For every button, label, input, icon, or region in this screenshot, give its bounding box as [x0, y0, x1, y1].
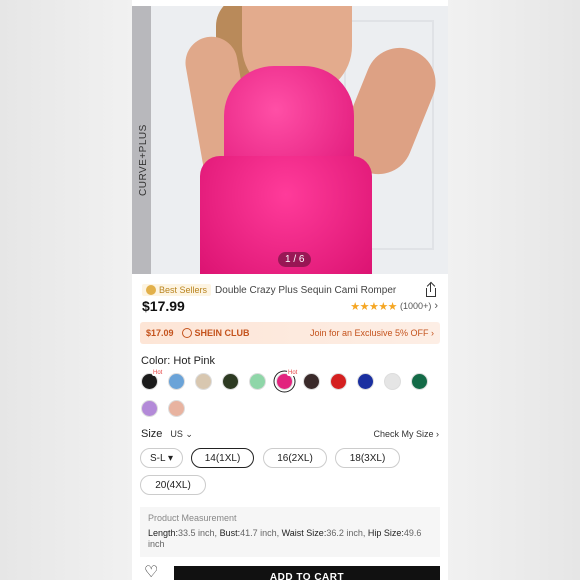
swatch-lilac[interactable]	[141, 400, 158, 417]
add-to-cart-button[interactable]: ADD TO CART	[174, 566, 440, 580]
medal-icon	[146, 285, 156, 295]
waist-key: Waist Size:	[281, 528, 327, 538]
rating-summary[interactable]: ★★★★★ (1000+) ›	[350, 300, 438, 313]
club-join-link[interactable]: Join for an Exclusive 5% OFF ›	[310, 328, 434, 338]
measurement-title: Product Measurement	[148, 513, 237, 523]
swatch-silver[interactable]	[384, 373, 401, 390]
waist-value: 36.2 inch,	[326, 528, 366, 538]
background-right	[448, 0, 580, 580]
bust-key: Bust:	[219, 528, 241, 538]
swatch-champagne[interactable]	[195, 373, 212, 390]
swatch-dark-brown[interactable]	[303, 373, 320, 390]
chevron-right-icon: ›	[434, 300, 438, 312]
product-measurement[interactable]: Product Measurement Length:33.5 inch, Bu…	[140, 507, 440, 557]
bust-value: 41.7 inch,	[240, 528, 280, 538]
size-header: Size US ⌄ Check My Size ›	[141, 427, 439, 441]
club-price: $17.09	[146, 328, 174, 338]
swatch-peach[interactable]	[168, 400, 185, 417]
hot-tag: Hot	[287, 370, 299, 376]
brand-watermark: CURVE+PLUS	[138, 124, 149, 196]
share-icon[interactable]	[424, 281, 438, 297]
swatch-green[interactable]	[411, 373, 428, 390]
swatch-red[interactable]	[330, 373, 347, 390]
size-label: Size	[141, 428, 163, 440]
club-join-text: Join for an Exclusive 5% OFF	[309, 328, 429, 338]
product-title: Double Crazy Plus Sequin Cami Romper	[215, 284, 397, 296]
club-logo: SHEIN CLUB	[181, 328, 250, 338]
swatch-mint[interactable]	[249, 373, 266, 390]
image-pager: 1 / 6	[278, 252, 312, 267]
measurement-values: Length:33.5 inch, Bust:41.7 inch, Waist …	[148, 528, 432, 550]
length-value: 33.5 inch,	[178, 528, 218, 538]
review-count: (1000+)	[400, 301, 432, 311]
background-left	[0, 0, 132, 580]
product-page: CURVE+PLUS 1 / 6 Best Sellers Double Cra…	[132, 0, 448, 580]
length-key: Length:	[148, 528, 179, 538]
swatch-black[interactable]: Hot	[141, 370, 164, 390]
size-range-select[interactable]: S-L ▾	[140, 448, 183, 468]
swatch-hot-pink[interactable]: Hot	[276, 370, 299, 390]
swatch-dark-olive[interactable]	[222, 373, 239, 390]
hot-tag: Hot	[152, 370, 164, 376]
color-label: Color: Hot Pink	[141, 355, 215, 367]
price-row: $17.99 ★★★★★ (1000+) ›	[142, 297, 438, 315]
product-image-carousel[interactable]: CURVE+PLUS 1 / 6	[132, 6, 448, 274]
size-option-16-2xl[interactable]: 16(2XL)	[263, 448, 327, 468]
best-sellers-badge[interactable]: Best Sellers	[142, 284, 212, 296]
size-unit-select[interactable]: US ⌄	[170, 429, 193, 440]
swatch-royal-blue[interactable]	[357, 373, 374, 390]
club-name: SHEIN CLUB	[194, 328, 250, 338]
product-price: $17.99	[142, 298, 185, 314]
club-ring-icon	[181, 328, 192, 338]
check-size-text: Check My Size	[373, 429, 434, 439]
bottom-action-bar: ♡ ADD TO CART	[132, 562, 448, 580]
size-option-14-1xl[interactable]: 14(1XL)	[191, 448, 254, 468]
badge-label: Best Sellers	[159, 285, 208, 295]
swatch-blue[interactable]	[168, 373, 185, 390]
shein-club-banner[interactable]: $17.09 SHEIN CLUB Join for an Exclusive …	[140, 322, 440, 344]
size-option-20-4xl[interactable]: 20(4XL)	[140, 475, 206, 495]
hip-key: Hip Size:	[367, 528, 404, 538]
heart-icon[interactable]: ♡	[144, 565, 162, 580]
check-my-size-link[interactable]: Check My Size ›	[373, 429, 439, 439]
size-option-18-3xl[interactable]: 18(3XL)	[335, 448, 400, 468]
star-rating-icon: ★★★★★	[350, 300, 398, 313]
